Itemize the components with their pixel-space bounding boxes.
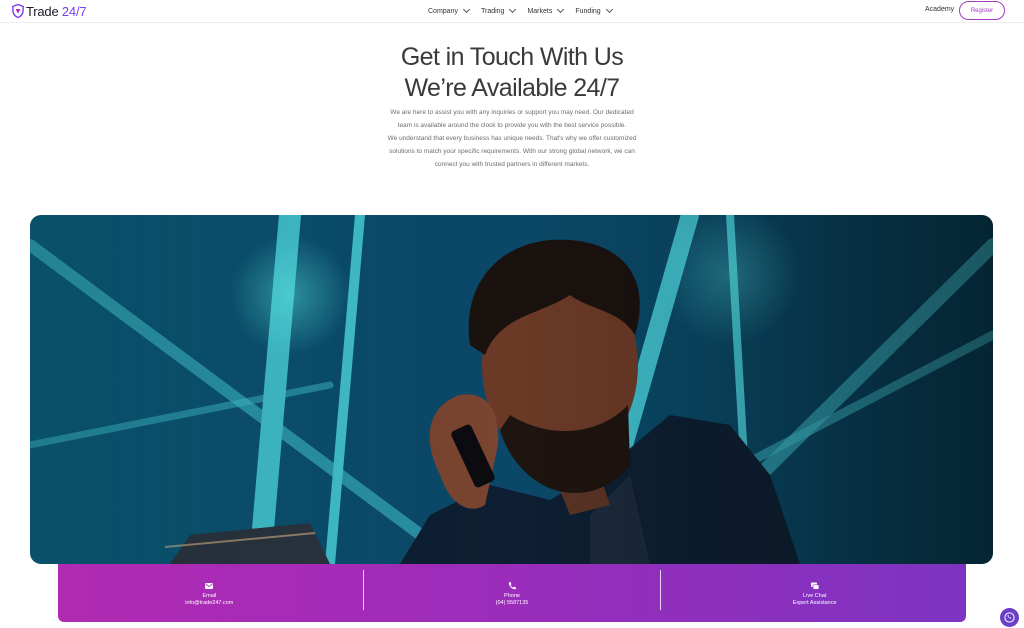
- chat-label: Live Chat: [803, 592, 827, 599]
- chat-value: Expert Assistance: [792, 599, 837, 606]
- main-menu: Company Trading Markets Funding: [428, 0, 613, 22]
- divider: [363, 570, 364, 610]
- register-button[interactable]: Register: [959, 1, 1005, 20]
- phone-icon: [508, 581, 516, 589]
- brand-wordmark: Trade 24/7: [26, 3, 87, 19]
- chat-launcher-button[interactable]: [1000, 608, 1019, 627]
- hero-photo-illustration: [30, 215, 993, 564]
- menu-trading-label: Trading: [480, 7, 505, 15]
- mail-icon: [205, 582, 214, 589]
- menu-funding[interactable]: Funding: [575, 5, 613, 15]
- contact-email[interactable]: Email info@trade247.com: [58, 564, 361, 622]
- phone-chat-icon: [1004, 612, 1015, 623]
- chevron-down-icon: [509, 5, 517, 14]
- intro-text: We are here to assist you with any inqui…: [386, 106, 638, 171]
- contact-chat[interactable]: Live Chat Expert Assistance: [663, 564, 966, 622]
- menu-markets[interactable]: Markets: [527, 5, 565, 15]
- phone-label: Phone: [504, 592, 520, 599]
- contact-bar: Email info@trade247.com Phone (04) 55871…: [58, 564, 966, 622]
- intro-paragraph-2: We understand that every business has un…: [387, 135, 637, 168]
- chat-icon: [810, 582, 820, 590]
- chevron-down-icon: [605, 5, 613, 14]
- shield-logo-icon: [12, 4, 24, 18]
- page-title: Get in Touch With Us We’re Available 24/…: [312, 42, 712, 104]
- intro-paragraph-1: We are here to assist you with any inqui…: [390, 109, 634, 129]
- menu-company-label: Company: [428, 7, 458, 15]
- brand-logo[interactable]: Trade 24/7: [12, 3, 87, 19]
- divider: [660, 570, 661, 610]
- menu-trading[interactable]: Trading: [480, 5, 517, 15]
- menu-funding-label: Funding: [575, 7, 601, 15]
- menu-company[interactable]: Company: [428, 5, 471, 15]
- title-line-2: We’re Available 24/7: [404, 74, 620, 102]
- contact-phone[interactable]: Phone (04) 5587135: [361, 564, 664, 622]
- email-value[interactable]: info@trade247.com: [185, 600, 233, 606]
- title-line-1: Get in Touch With Us: [400, 43, 624, 71]
- phone-value[interactable]: (04) 5587135: [496, 600, 529, 606]
- chevron-down-icon: [462, 5, 471, 14]
- hero-photo: [30, 215, 993, 564]
- menu-markets-label: Markets: [527, 7, 553, 15]
- chevron-down-icon: [557, 5, 565, 14]
- academy-link[interactable]: Academy: [925, 6, 954, 13]
- email-label: Email: [202, 592, 217, 599]
- top-navbar: Trade 24/7 Company Trading Markets Fundi…: [0, 0, 1024, 23]
